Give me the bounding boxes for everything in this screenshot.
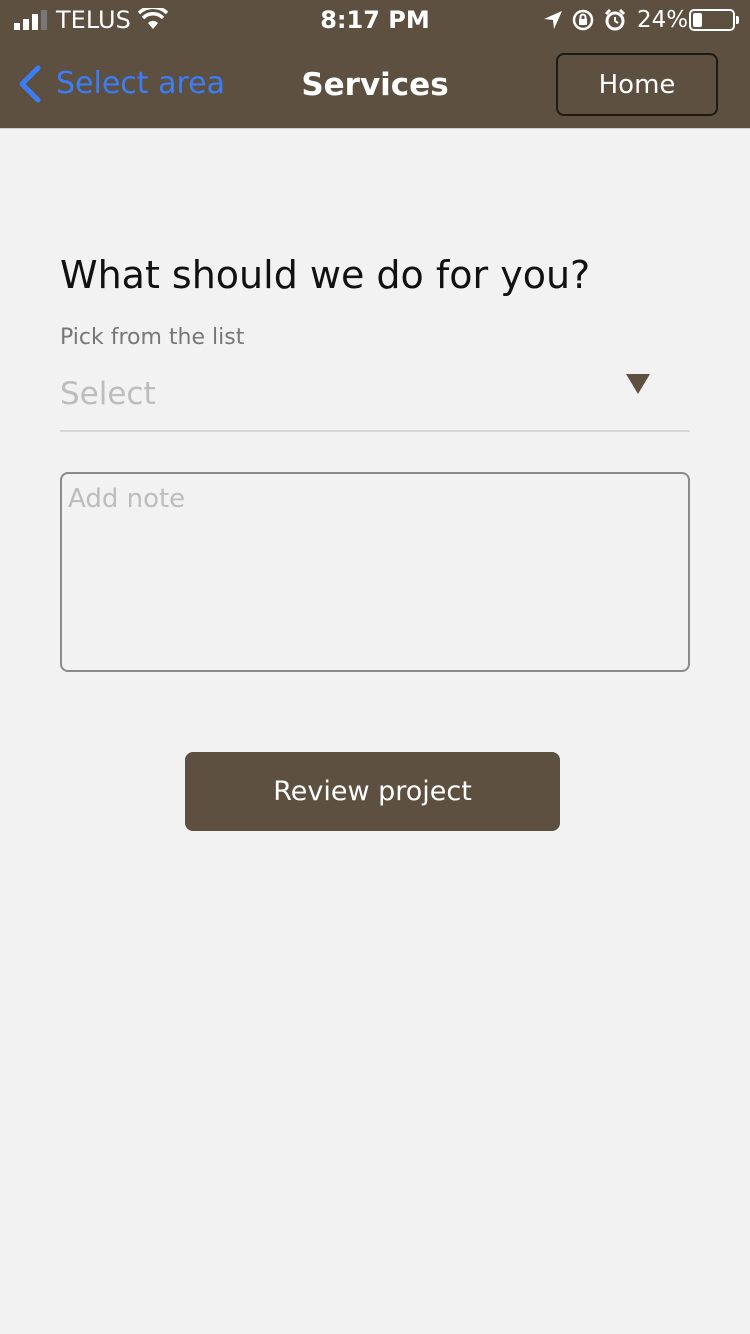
home-button[interactable]: Home: [556, 53, 718, 116]
battery-level: [693, 13, 703, 27]
app-header: TELUS 8:17 PM 24% Select area Services H…: [0, 0, 750, 128]
orientation-lock-icon: [572, 9, 594, 31]
battery-percent: 24%: [637, 7, 689, 33]
service-select[interactable]: Select: [60, 370, 690, 432]
select-label: Pick from the list: [60, 325, 245, 350]
alarm-icon: [604, 9, 626, 31]
select-value: Select: [60, 376, 156, 412]
battery-tip: [736, 16, 739, 24]
form-heading: What should we do for you?: [60, 253, 591, 297]
status-bar: TELUS 8:17 PM 24%: [0, 0, 750, 40]
location-arrow-icon: [544, 11, 562, 29]
caret-down-icon: [626, 374, 650, 394]
header-divider: [0, 128, 750, 129]
battery-icon: [689, 9, 735, 31]
note-field[interactable]: [60, 472, 690, 672]
review-project-button[interactable]: Review project: [185, 752, 560, 831]
